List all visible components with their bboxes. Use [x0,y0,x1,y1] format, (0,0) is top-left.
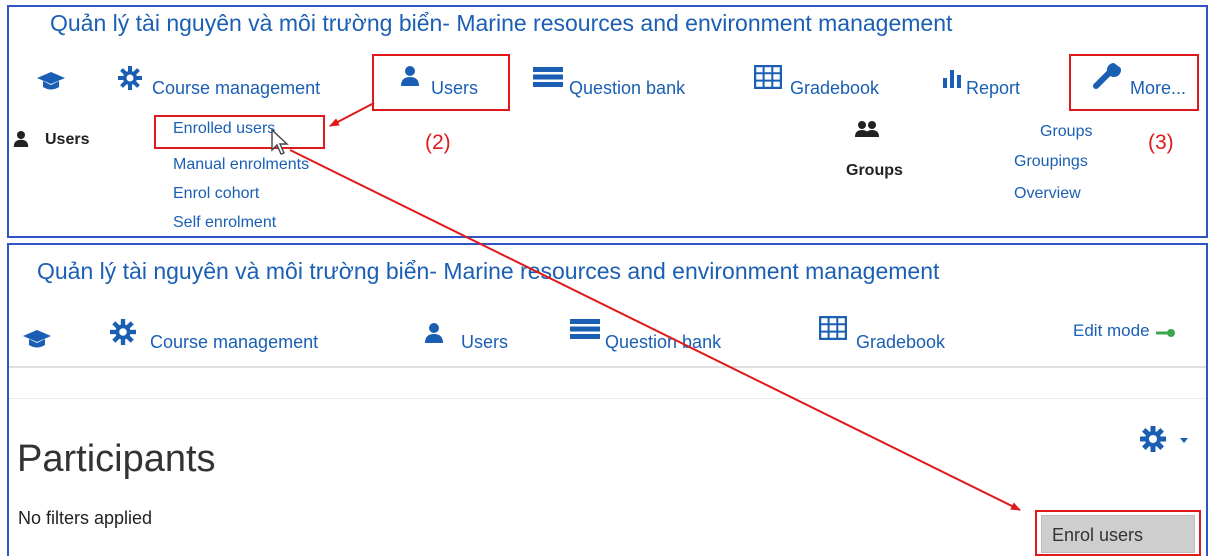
arrow-enrolled-to-enrol-button [289,149,1021,511]
mouse-cursor-icon [271,128,289,155]
annotation-arrows [289,102,1021,511]
arrow-users-to-enrolled [329,102,375,127]
